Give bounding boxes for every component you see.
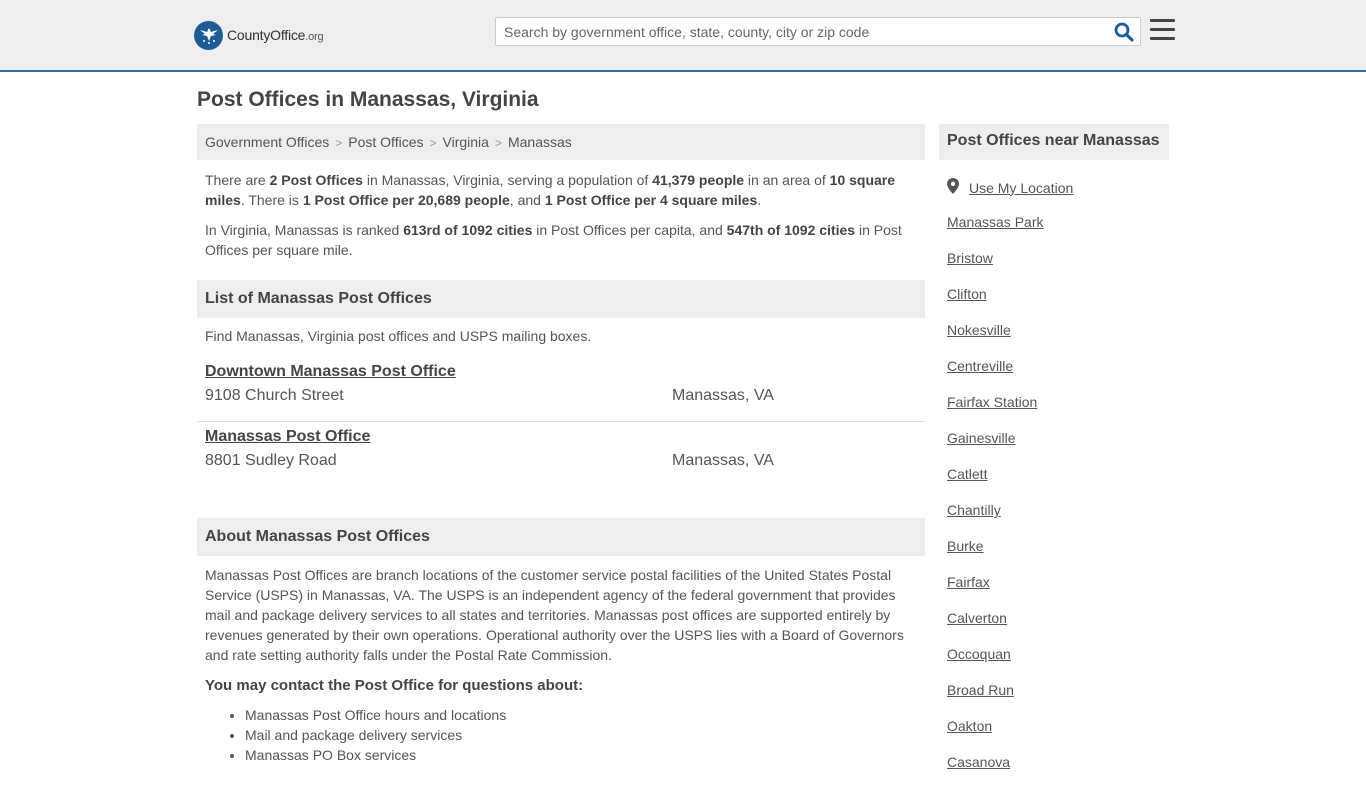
nearby-city-link[interactable]: Gainesville xyxy=(947,430,1043,466)
nearby-city-link[interactable]: Fairfax xyxy=(947,574,1043,610)
list-section-description: Find Manassas, Virginia post offices and… xyxy=(205,328,592,344)
nearby-cities-list: Manassas Park Bristow Clifton Nokesville Cen… xyxy=(947,214,1043,790)
logo-tld: .org xyxy=(305,31,324,43)
intro-summary: There are 2 Post Offices in Manassas, Vi… xyxy=(205,170,917,270)
office-item: Downtown Manassas Post Office 9108 Churc… xyxy=(197,357,925,422)
site-header: CountyOffice.org xyxy=(0,0,1366,72)
use-location: Use My Location xyxy=(947,178,1073,197)
intro-text: In Virginia, Manassas is ranked xyxy=(205,222,404,238)
breadcrumb-government-offices[interactable]: Government Offices xyxy=(205,134,329,150)
stat-highlight: 1 Post Office per 4 square miles xyxy=(544,192,758,208)
nearby-city-link[interactable]: Calverton xyxy=(947,610,1043,646)
list-section-heading: List of Manassas Post Offices xyxy=(197,280,925,318)
breadcrumb-manassas[interactable]: Manassas xyxy=(508,134,572,150)
nearby-city-link[interactable]: Oakton xyxy=(947,718,1043,754)
intro-text: There are xyxy=(205,172,270,188)
nearby-city-link[interactable]: Burke xyxy=(947,538,1043,574)
nearby-city-link[interactable]: Catlett xyxy=(947,466,1043,502)
eagle-icon xyxy=(194,20,223,50)
stat-highlight: 2 Post Offices xyxy=(269,172,363,188)
search-icon[interactable] xyxy=(1114,22,1134,42)
sidebar-heading: Post Offices near Manassas xyxy=(939,124,1169,160)
intro-text: in an area of xyxy=(744,172,830,188)
nearby-city-link[interactable]: Fairfax Station xyxy=(947,394,1043,430)
about-section-heading: About Manassas Post Offices xyxy=(197,518,925,556)
office-name-link[interactable]: Manassas Post Office xyxy=(205,428,370,446)
chevron-right-icon: > xyxy=(429,136,437,150)
logo-text: CountyOffice.org xyxy=(227,27,324,43)
intro-text: in Post Offices per capita, and xyxy=(532,222,727,238)
intro-text: . There is xyxy=(240,192,303,208)
hamburger-menu-icon[interactable] xyxy=(1150,19,1175,41)
breadcrumb-virginia[interactable]: Virginia xyxy=(443,134,489,150)
logo-name: CountyOffice xyxy=(227,27,306,43)
contact-heading: You may contact the Post Office for ques… xyxy=(205,677,584,694)
about-text: Manassas Post Offices are branch locatio… xyxy=(205,567,904,663)
nearby-city-link[interactable]: Bristow xyxy=(947,250,1043,286)
nearby-city-link[interactable]: Broad Run xyxy=(947,682,1043,718)
nearby-city-link[interactable]: Casanova xyxy=(947,754,1043,790)
stat-highlight: 613rd of 1092 cities xyxy=(403,222,533,238)
site-logo[interactable]: CountyOffice.org xyxy=(194,20,324,50)
office-city: Manassas, VA xyxy=(672,452,774,469)
search-input[interactable] xyxy=(496,18,1096,45)
office-address: 9108 Church Street xyxy=(205,387,344,404)
nearby-city-link[interactable]: Clifton xyxy=(947,286,1043,322)
contact-list: Manassas Post Office hours and locations… xyxy=(245,705,506,765)
chevron-right-icon: > xyxy=(494,136,502,150)
office-city: Manassas, VA xyxy=(672,387,774,404)
office-item: Manassas Post Office 8801 Sudley Road Ma… xyxy=(197,422,925,487)
list-item: Manassas PO Box services xyxy=(245,745,506,765)
stat-highlight: 547th of 1092 cities xyxy=(726,222,856,238)
office-name-link[interactable]: Downtown Manassas Post Office xyxy=(205,363,456,381)
nearby-city-link[interactable]: Occoquan xyxy=(947,646,1043,682)
search-box xyxy=(495,17,1141,46)
page-title: Post Offices in Manassas, Virginia xyxy=(197,88,539,111)
breadcrumb: Government Offices > Post Offices > Virginia… xyxy=(197,124,925,160)
nearby-city-link[interactable]: Centreville xyxy=(947,358,1043,394)
nearby-city-link[interactable]: Manassas Park xyxy=(947,214,1043,250)
intro-text: , and xyxy=(509,192,545,208)
stat-highlight: 1 Post Office per 20,689 people xyxy=(302,192,510,208)
breadcrumb-post-offices[interactable]: Post Offices xyxy=(348,134,423,150)
chevron-right-icon: > xyxy=(335,136,343,150)
nearby-city-link[interactable]: Chantilly xyxy=(947,502,1043,538)
intro-text: in Manassas, Virginia, serving a populat… xyxy=(362,172,653,188)
intro-paragraph-stats: There are 2 Post Offices in Manassas, Vi… xyxy=(205,170,917,210)
list-item: Mail and package delivery services xyxy=(245,725,506,745)
intro-paragraph-rank: In Virginia, Manassas is ranked 613rd of… xyxy=(205,220,917,260)
nearby-city-link[interactable]: Nokesville xyxy=(947,322,1043,358)
map-pin-icon xyxy=(947,178,959,197)
office-address: 8801 Sudley Road xyxy=(205,452,337,469)
intro-text: . xyxy=(757,192,762,208)
stat-highlight: 41,379 people xyxy=(652,172,745,188)
list-item: Manassas Post Office hours and locations xyxy=(245,705,506,725)
use-my-location-link[interactable]: Use My Location xyxy=(969,180,1073,196)
